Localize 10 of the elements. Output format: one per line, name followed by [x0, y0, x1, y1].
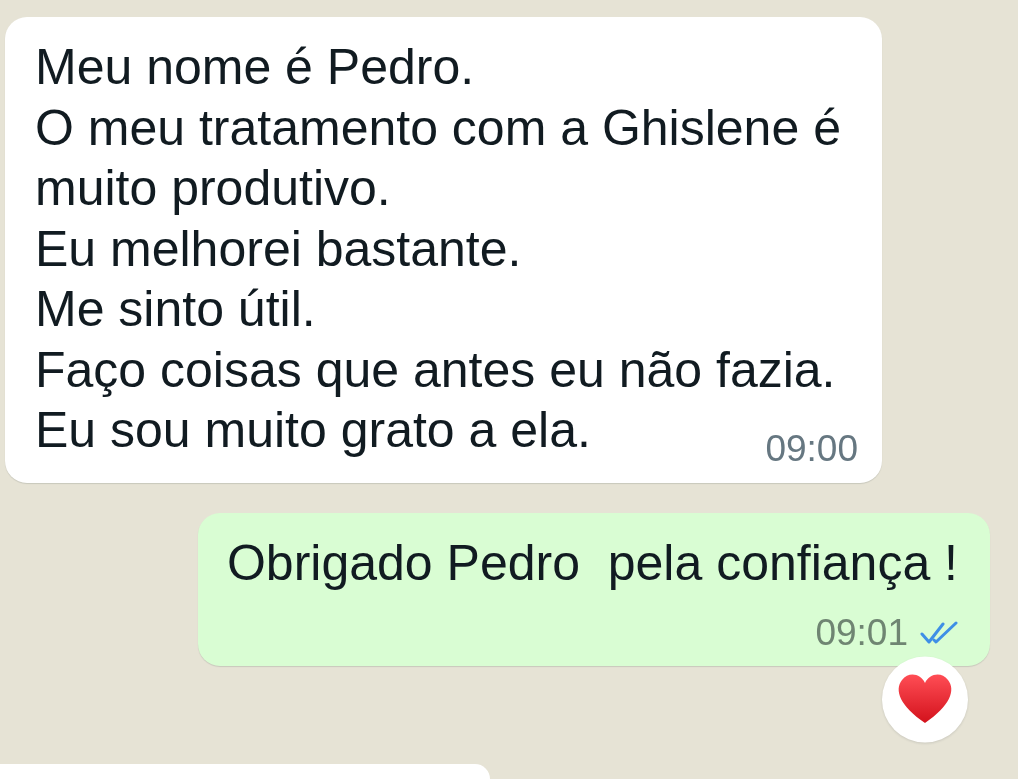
heart-reaction-icon[interactable] [882, 656, 968, 743]
message-text: Eu melhorei bastante. [35, 219, 523, 279]
message-text: Faço coisas que antes eu não fazia. [35, 340, 837, 400]
message-time: 09:00 [765, 426, 858, 471]
message-text: Me sinto útil. [35, 280, 317, 339]
message-text: Meu nome é Pedro. [35, 38, 476, 97]
message-text: Obrigado Pedro pela confiança ! [226, 533, 958, 593]
message-text: Eu sou muito grato a ela. [35, 401, 591, 460]
message-time: 09:01 [815, 611, 908, 655]
message-text: O meu tratamento com a Ghislene é muito produtivo. [35, 98, 842, 218]
